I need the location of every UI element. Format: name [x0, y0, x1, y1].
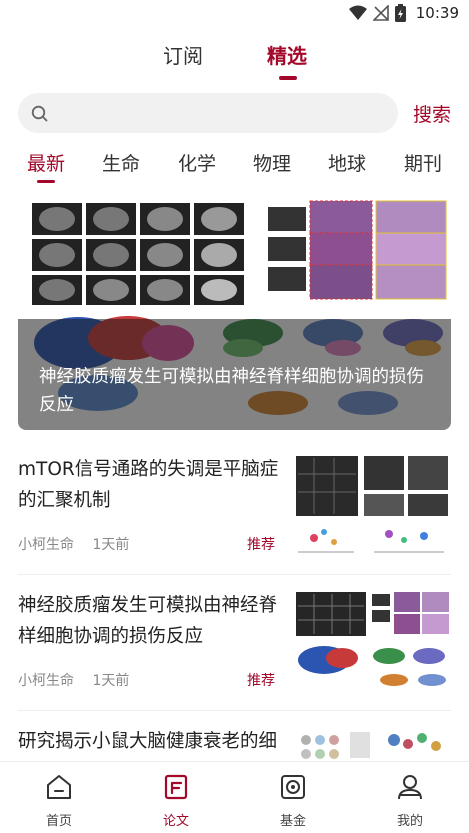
category-tab-life[interactable]: 生命: [102, 149, 140, 176]
nav-me-label: 我的: [396, 814, 423, 829]
nav-me[interactable]: 我的: [365, 762, 455, 833]
divider: [18, 710, 451, 711]
article-source: 小柯生命: [18, 537, 74, 553]
category-tabs: 最新 生命 化学 物理 地球 期刊: [0, 149, 469, 189]
status-bar: 10:39: [0, 0, 469, 26]
nav-home[interactable]: 首页: [14, 762, 104, 833]
tab-subscribe[interactable]: 订阅: [163, 40, 203, 69]
tab-featured-indicator: [279, 76, 297, 80]
nav-papers[interactable]: 论文: [131, 762, 221, 833]
article-tag: 推荐: [247, 537, 275, 553]
article-title: mTOR信号通路的失调是平脑症的汇聚机制: [18, 459, 279, 511]
category-tab-chemistry[interactable]: 化学: [178, 149, 216, 176]
article-thumbnail: [294, 454, 451, 557]
article-card[interactable]: 神经胶质瘤发生可模拟由神经脊样细胞协调的损伤反应 小柯生命 1天前 推荐: [18, 590, 451, 726]
article-meta: 小柯生命 1天前: [18, 534, 129, 554]
nav-fund[interactable]: 基金: [248, 762, 338, 833]
search-icon: [31, 105, 48, 122]
category-tab-latest[interactable]: 最新: [27, 149, 65, 176]
hero-title: 神经胶质瘤发生可模拟由神经脊样细胞协调的损伤反应: [39, 367, 424, 415]
nav-fund-label: 基金: [279, 814, 306, 829]
category-active-indicator: [37, 180, 55, 183]
article-tag: 推荐: [247, 673, 275, 689]
wifi-icon: [348, 5, 367, 20]
top-tabs: 订阅 精选: [0, 40, 469, 80]
search-button[interactable]: 搜索: [413, 100, 451, 127]
hero-card[interactable]: 神经胶质瘤发生可模拟由神经脊样细胞协调的损伤反应: [18, 193, 451, 430]
nav-home-label: 首页: [45, 814, 72, 829]
article-card[interactable]: mTOR信号通路的失调是平脑症的汇聚机制 小柯生命 1天前 推荐: [18, 454, 451, 590]
article-source: 小柯生命: [18, 673, 74, 689]
status-icons: 10:39: [348, 4, 459, 22]
search-input[interactable]: [58, 93, 388, 133]
tab-featured[interactable]: 精选: [267, 40, 307, 69]
divider: [18, 574, 451, 575]
article-time: 1天前: [92, 673, 130, 689]
category-tab-earth[interactable]: 地球: [328, 149, 366, 176]
home-icon: [47, 775, 71, 799]
category-tab-physics[interactable]: 物理: [253, 149, 291, 176]
article-thumbnail: [294, 590, 451, 693]
nav-papers-label: 论文: [162, 814, 189, 829]
battery-charging-icon: [394, 4, 406, 22]
search-box[interactable]: [18, 93, 398, 133]
fund-icon: [281, 775, 305, 799]
article-time: 1天前: [92, 537, 130, 553]
paper-icon: [164, 774, 188, 800]
no-signal-icon: [372, 5, 389, 21]
status-time: 10:39: [415, 4, 459, 22]
user-icon: [398, 775, 422, 800]
category-tab-journal[interactable]: 期刊: [404, 149, 442, 176]
article-meta: 小柯生命 1天前: [18, 670, 129, 690]
article-title: 神经胶质瘤发生可模拟由神经脊样细胞协调的损伤反应: [18, 595, 278, 647]
bottom-nav: 首页 论文 基金 我的: [0, 761, 469, 833]
